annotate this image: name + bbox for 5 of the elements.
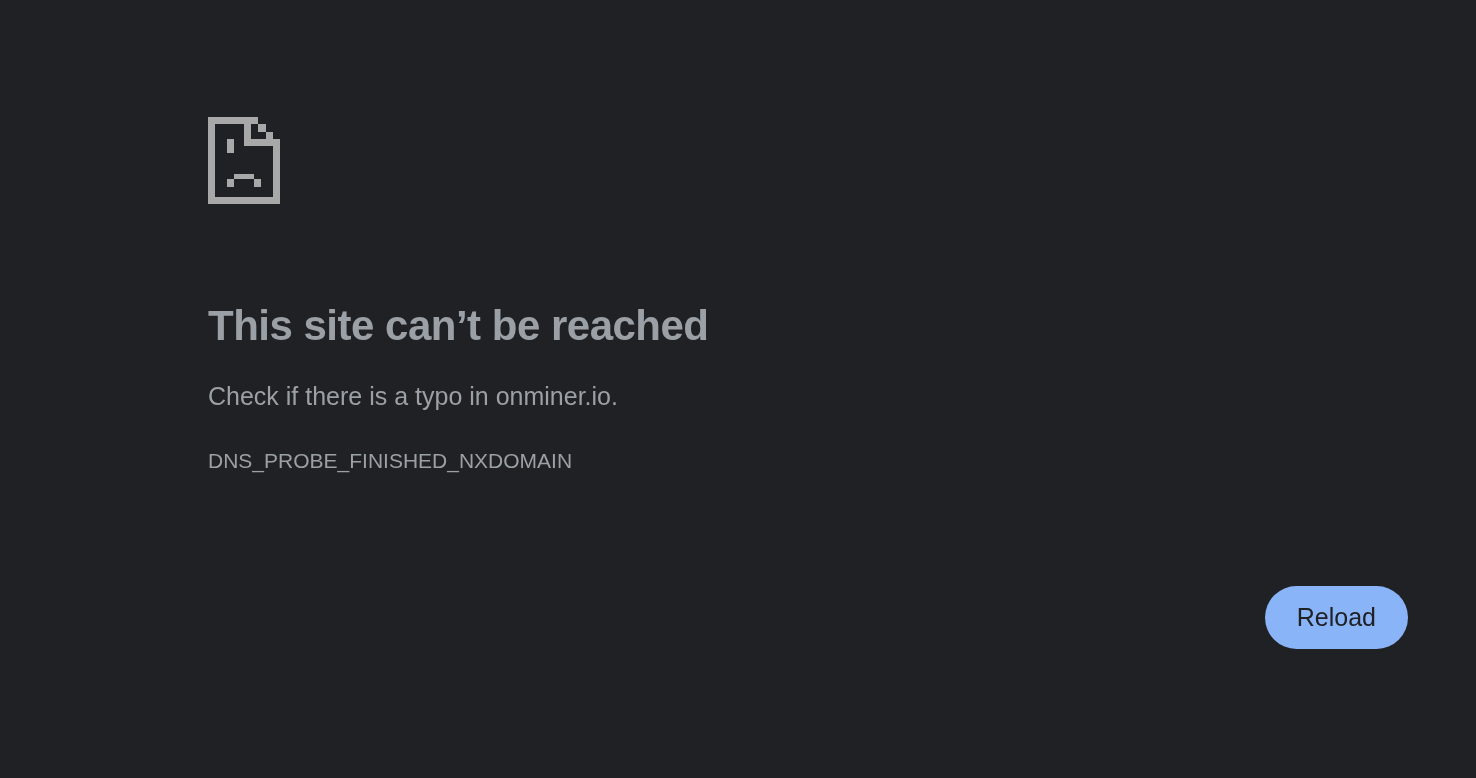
error-code: DNS_PROBE_FINISHED_NXDOMAIN	[208, 448, 574, 474]
error-message: Check if there is a typo in onminer.io.	[208, 381, 619, 412]
reload-button[interactable]: Reload	[1264, 586, 1408, 649]
sad-page-icon	[208, 117, 280, 204]
error-heading: This site can’t be reached	[208, 301, 710, 351]
